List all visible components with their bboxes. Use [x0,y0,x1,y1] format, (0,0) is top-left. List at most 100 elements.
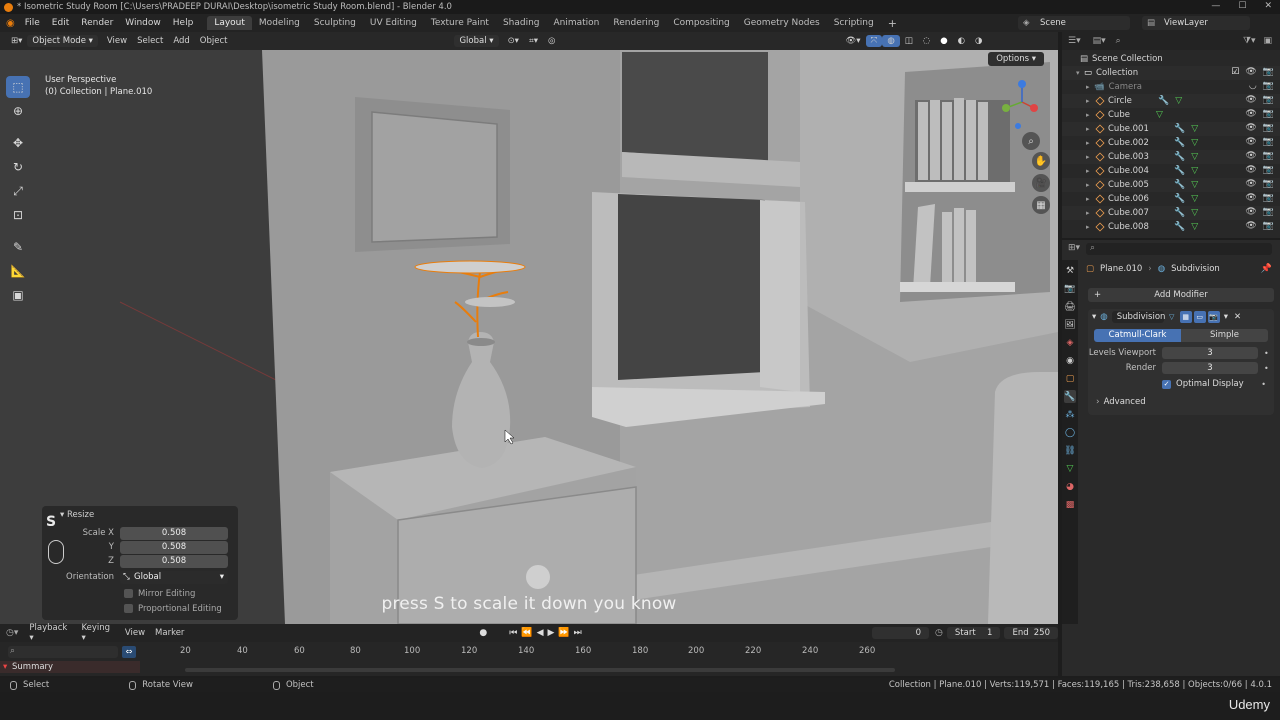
tab-uv-editing[interactable]: UV Editing [363,16,424,30]
outliner-collection[interactable]: ▾ ▭ Collection ☑ 👁 📷 [1062,66,1280,80]
axis-gizmo-icon[interactable] [992,72,1052,132]
tab-rendering[interactable]: Rendering [606,16,666,30]
constraints-tab-icon[interactable]: ⛓ [1064,444,1076,457]
menu-file[interactable]: File [19,18,46,28]
mesh-data-icon[interactable]: ▽ [1191,152,1198,162]
mode-dropdown[interactable]: Object Mode ▾ [27,35,98,47]
outliner-item-cube-007[interactable]: ▸ Cube.007 🔧 ▽ 👁 📷 [1062,206,1280,220]
shading-material-icon[interactable]: ◐ [953,35,970,47]
tab-sculpting[interactable]: Sculpting [307,16,363,30]
navigation-gizmo[interactable]: ⌕ [992,72,1052,162]
tab-shading[interactable]: Shading [496,16,547,30]
modifier-wrench-icon[interactable]: 🔧 [1174,194,1185,204]
scale-y-field[interactable]: 0.508 [120,540,228,554]
playback-controls[interactable]: ⏮⏪◀▶⏩⏭ [509,628,585,638]
timeline-menu-keying[interactable]: Keying ▾ [77,622,120,644]
timeline-menu-marker[interactable]: Marker [150,627,189,639]
tab-compositing[interactable]: Compositing [666,16,736,30]
mesh-data-icon[interactable]: ▽ [1191,166,1198,176]
texture-tab-icon[interactable]: ▩ [1064,498,1076,511]
outliner-item-camera[interactable]: ▸ 📹 Camera ◡ 📷 [1062,80,1280,94]
camera-render-icon[interactable]: 📷 [1263,179,1274,189]
render-levels-field[interactable]: 3 [1162,362,1258,374]
overlay-toggle-icon[interactable]: ◍ [882,35,900,47]
add-modifier-button[interactable]: + Add Modifier [1088,288,1274,302]
eye-icon[interactable]: 👁 [1245,95,1256,105]
camera-render-icon[interactable]: 📷 [1263,151,1274,161]
annotate-tool-icon[interactable]: ✎ [6,236,30,258]
camera-render-icon[interactable]: 📷 [1263,109,1274,119]
pivot-icon[interactable]: ⊙▾ [503,35,524,47]
end-frame-field[interactable]: End 250 [1004,627,1058,639]
eye-icon[interactable]: 👁 [1245,151,1256,161]
output-tab-icon[interactable]: 🖨 [1064,300,1076,313]
viewport-menu-object[interactable]: Object [195,35,233,47]
options-dropdown[interactable]: Options ▾ [988,52,1044,66]
advanced-subpanel-toggle[interactable]: › Advanced [1088,395,1274,409]
mesh-data-icon[interactable]: ▽ [1175,96,1182,106]
tab-modeling[interactable]: Modeling [252,16,307,30]
timeline-editor-icon[interactable]: ◷▾ [6,628,18,638]
modifier-tab-icon[interactable]: 🔧 [1064,390,1076,403]
outliner-item-cube-006[interactable]: ▸ Cube.006 🔧 ▽ 👁 📷 [1062,192,1280,206]
camera-render-icon[interactable]: 📷 [1263,81,1274,91]
start-frame-field[interactable]: Start 1 [946,627,1001,639]
camera-render-icon[interactable]: 📷 [1263,137,1274,147]
render-camera-icon[interactable]: 📷 [1207,311,1220,323]
rotate-tool-icon[interactable]: ↻ [6,156,30,178]
eye-icon[interactable]: 👁 [1245,193,1256,203]
editor-type-icon[interactable]: ⊞▾ [6,35,27,47]
tab-scripting[interactable]: Scripting [827,16,881,30]
tab-texture-paint[interactable]: Texture Paint [424,16,496,30]
scene-selector[interactable]: ◈ Scene [1018,16,1130,30]
world-tab-icon[interactable]: ◉ [1064,354,1076,367]
add-cube-tool-icon[interactable]: ▣ [6,284,30,306]
blender-menu-icon[interactable]: ◉ [6,18,15,29]
outliner-item-cube-002[interactable]: ▸ Cube.002 🔧 ▽ 👁 📷 [1062,136,1280,150]
outliner-item-cube[interactable]: ▸ Cube ▽ 👁 📷 [1062,108,1280,122]
modifier-wrench-icon[interactable]: 🔧 [1174,138,1185,148]
modifier-wrench-icon[interactable]: 🔧 [1174,166,1185,176]
physics-tab-icon[interactable]: ◯ [1064,426,1076,439]
shading-rendered-icon[interactable]: ◑ [970,35,987,47]
tab-layout[interactable]: Layout [207,16,252,30]
scale-z-field[interactable]: 0.508 [120,554,228,568]
eye-icon[interactable]: 👁 [1245,137,1256,147]
select-box-tool-icon[interactable]: ⬚ [6,76,30,98]
visibility-icon[interactable]: 👁▾ [840,35,865,47]
timeline-menu-view[interactable]: View [120,627,150,639]
keyframe-dot-icon[interactable]: • [1264,364,1269,373]
pin-icon[interactable]: 📌 [1261,264,1272,274]
tool-tab-icon[interactable]: ⚒ [1064,264,1076,277]
expand-icon[interactable]: ▸ [1086,97,1094,105]
modifier-wrench-icon[interactable]: 🔧 [1174,152,1185,162]
camera-render-icon[interactable]: 📷 [1263,123,1274,133]
proportional-edit-icon[interactable]: ◎ [543,35,560,47]
eye-icon[interactable]: 👁 [1245,207,1256,217]
modifier-wrench-icon[interactable]: 🔧 [1174,208,1185,218]
outliner-item-cube-008[interactable]: ▸ Cube.008 🔧 ▽ 👁 📷 [1062,220,1280,234]
camera-view-icon[interactable]: 🎥 [1032,174,1050,192]
camera-render-icon[interactable]: 📷 [1263,193,1274,203]
modifier-wrench-icon[interactable]: 🔧 [1174,222,1185,232]
mesh-data-icon[interactable]: ▽ [1191,124,1198,134]
menu-help[interactable]: Help [167,18,200,28]
ortho-grid-icon[interactable]: ▦ [1032,196,1050,214]
viewport-menu-view[interactable]: View [102,35,132,47]
tab-geometry-nodes[interactable]: Geometry Nodes [737,16,827,30]
view-layer-selector[interactable]: ▤ ViewLayer [1142,16,1250,30]
clock-icon[interactable]: ◷ [935,628,943,638]
current-frame-field[interactable]: 0 [871,627,930,639]
mesh-data-icon[interactable]: ▽ [1191,180,1198,190]
menu-window[interactable]: Window [119,18,167,28]
expand-icon[interactable]: ▸ [1086,209,1094,217]
shading-solid-icon[interactable]: ● [935,35,952,47]
expand-summary-icon[interactable]: ▾ [3,661,7,673]
menu-render[interactable]: Render [75,18,119,28]
scene-tab-icon[interactable]: ◈ [1064,336,1076,349]
expand-icon[interactable]: ▸ [1086,223,1094,231]
expand-icon[interactable]: ▸ [1086,83,1094,91]
camera-render-icon[interactable]: 📷 [1263,207,1274,217]
render-tab-icon[interactable]: 📷 [1064,282,1076,295]
mesh-data-icon[interactable]: ▽ [1191,194,1198,204]
